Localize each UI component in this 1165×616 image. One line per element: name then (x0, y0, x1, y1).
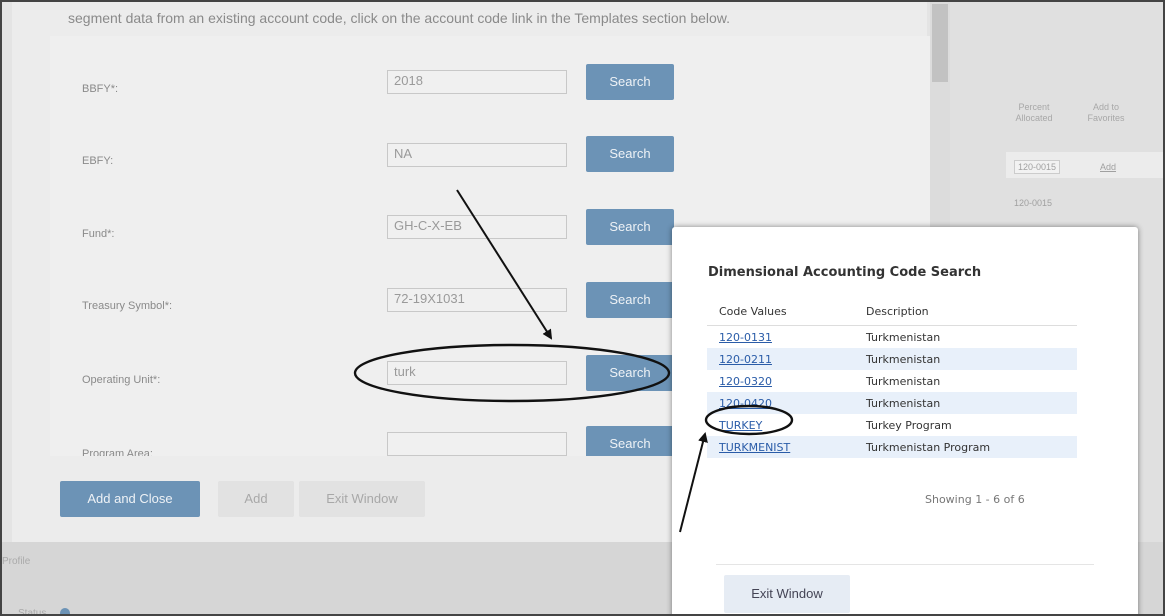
add-and-close-button[interactable]: Add and Close (60, 481, 200, 517)
fund-search-button[interactable]: Search (586, 209, 674, 245)
operating-unit-label: Operating Unit*: (82, 374, 161, 386)
description-cell: Turkmenistan (854, 348, 1077, 370)
code-cell: 120-0420 (707, 392, 854, 414)
modal-divider (716, 564, 1094, 565)
screenshot-frame: segment data from an existing account co… (0, 0, 1165, 616)
add-to-favorites-header: Add to Favorites (1087, 102, 1125, 123)
program-area-search-button[interactable]: Search (586, 426, 674, 456)
percent-allocated-header: Percent Allocated (1015, 102, 1053, 123)
bbfy-search-button[interactable]: Search (586, 64, 674, 100)
treasury-symbol-input[interactable]: 72-19X1031 (387, 288, 567, 312)
program-area-input[interactable] (387, 432, 567, 456)
code-link[interactable]: 120-0131 (719, 331, 772, 344)
description-cell: Turkmenistan Program (854, 436, 1077, 458)
modal-exit-window-button[interactable]: Exit Window (724, 575, 850, 613)
table-row: TURKMENIST Turkmenistan Program (707, 436, 1077, 458)
program-area-label: Program Area: (82, 448, 153, 456)
code-cell: TURKMENIST (707, 436, 854, 458)
description-cell: Turkmenistan (854, 392, 1077, 414)
code-link[interactable]: TURKEY (719, 419, 762, 432)
bbfy-input[interactable]: 2018 (387, 70, 567, 94)
table-row: TURKEY Turkey Program (707, 414, 1077, 436)
background-row-add-link[interactable]: Add (1100, 162, 1116, 172)
fund-label: Fund*: (82, 228, 115, 240)
status-indicator-icon (60, 608, 70, 614)
table-row: 120-0211 Turkmenistan (707, 348, 1077, 370)
description-cell: Turkmenistan (866, 374, 941, 388)
bbfy-label: BBFY*: (82, 83, 119, 95)
modal-title: Dimensional Accounting Code Search (708, 265, 982, 280)
dimensional-code-search-modal: Dimensional Accounting Code Search Code … (672, 227, 1138, 614)
code-link[interactable]: TURKMENIST (719, 441, 790, 454)
code-link[interactable]: 120-0320 (719, 375, 772, 388)
code-values-header: Code Values (707, 297, 854, 326)
table-header-row: Code Values Description (707, 297, 1077, 326)
code-results-table: Code Values Description 120-0131 Turkmen… (707, 297, 1077, 458)
table-row: 120-0320 Turkmenistan (707, 370, 1077, 392)
profile-label: Profile (2, 556, 31, 567)
code-cell: 120-0211 (707, 348, 854, 370)
description-cell: Turkey Program (866, 418, 952, 432)
description-cell: Turkmenistan (866, 330, 941, 344)
ebfy-search-button[interactable]: Search (586, 136, 674, 172)
operating-unit-search-button[interactable]: Search (586, 355, 674, 391)
status-label: Status (18, 608, 47, 616)
code-cell: TURKEY (707, 414, 854, 436)
code-cell: 120-0320 (707, 370, 854, 392)
scrollbar-thumb[interactable] (932, 4, 948, 82)
treasury-symbol-label: Treasury Symbol*: (82, 300, 173, 312)
code-link[interactable]: 120-0211 (719, 353, 772, 366)
add-button[interactable]: Add (218, 481, 294, 517)
background-row-percent: 120-0015 (1014, 160, 1061, 174)
table-row: 120-0420 Turkmenistan (707, 392, 1077, 414)
description-header: Description (854, 297, 1077, 326)
treasury-symbol-search-button[interactable]: Search (586, 282, 674, 318)
code-link[interactable]: 120-0420 (719, 397, 772, 410)
background-row2-percent: 120-0015 (1014, 198, 1053, 208)
operating-unit-input[interactable]: turk (387, 361, 567, 385)
instructions-text: segment data from an existing account co… (68, 10, 731, 26)
code-cell: 120-0131 (707, 326, 854, 349)
pagination-status: Showing 1 - 6 of 6 (925, 493, 1025, 506)
exit-window-button[interactable]: Exit Window (299, 481, 425, 517)
ebfy-label: EBFY: (82, 155, 114, 167)
ebfy-input[interactable]: NA (387, 143, 567, 167)
table-row: 120-0131 Turkmenistan (707, 326, 1077, 349)
fund-input[interactable]: GH-C-X-EB (387, 215, 567, 239)
